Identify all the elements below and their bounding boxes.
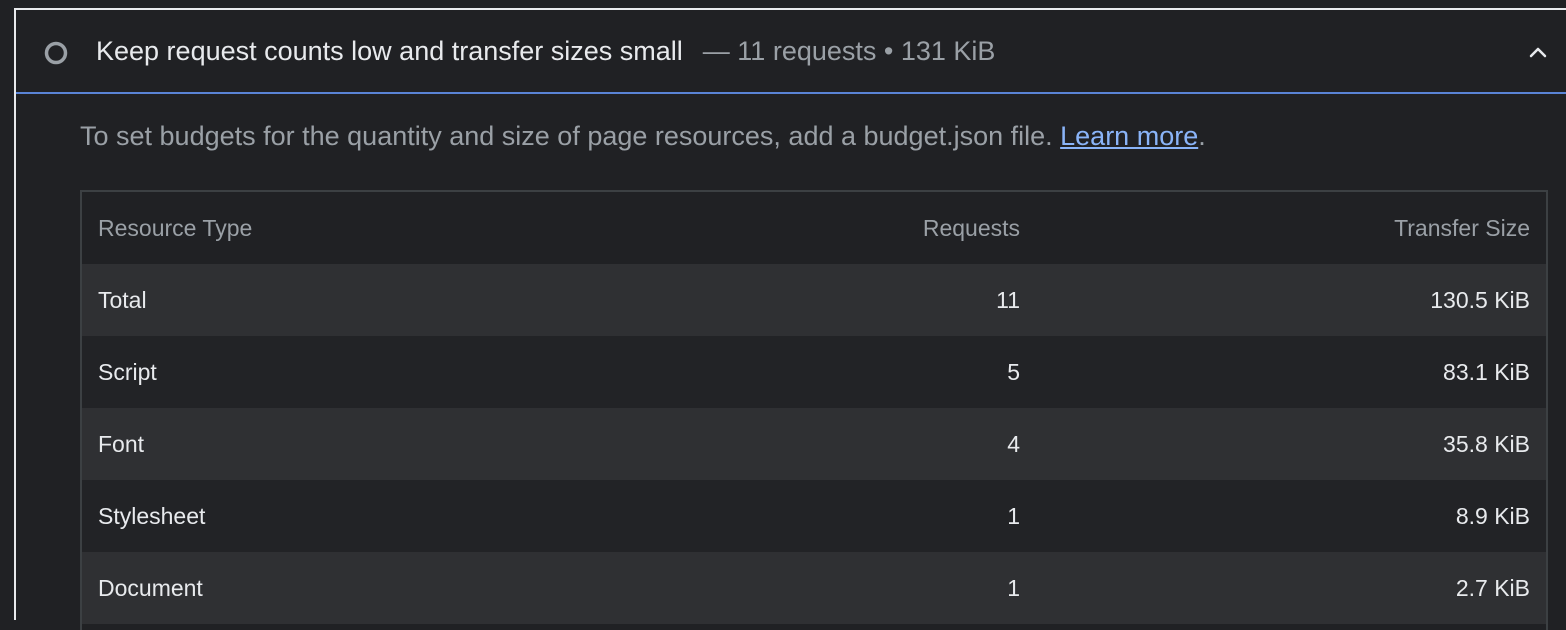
table-row: Document 1 2.7 KiB — [82, 552, 1546, 624]
audit-summary: — 11 requests • 131 KiB — [702, 36, 996, 66]
chevron-up-icon[interactable] — [1526, 40, 1550, 64]
header-transfer-size: Transfer Size — [1394, 214, 1530, 241]
description-period: . — [1198, 121, 1206, 151]
audit-header[interactable]: Keep request counts low and transfer siz… — [16, 10, 1566, 94]
audit-title: Keep request counts low and transfer siz… — [96, 36, 683, 66]
cell-resource-type: Font — [98, 430, 145, 457]
cell-transfer-size: 35.8 KiB — [1443, 430, 1530, 457]
cell-transfer-size: 130.5 KiB — [1430, 286, 1530, 313]
audit-description: To set budgets for the quantity and size… — [80, 121, 1206, 152]
audit-title-row: Keep request counts low and transfer siz… — [96, 36, 995, 67]
table-header-row: Resource Type Requests Transfer Size — [82, 192, 1546, 264]
table-row: Script 5 83.1 KiB — [82, 336, 1546, 408]
description-text: To set budgets for the quantity and size… — [80, 121, 1061, 151]
cell-resource-type: Stylesheet — [98, 502, 206, 529]
cell-requests: 5 — [1007, 358, 1020, 385]
table-row: Total 11 130.5 KiB — [82, 264, 1546, 336]
cell-resource-type: Document — [98, 574, 203, 601]
header-requests: Requests — [922, 214, 1020, 241]
cell-transfer-size: 8.9 KiB — [1455, 502, 1530, 529]
learn-more-link[interactable]: Learn more — [1060, 121, 1198, 151]
cell-transfer-size: 2.7 KiB — [1455, 574, 1530, 601]
audit-panel: Keep request counts low and transfer siz… — [14, 8, 1566, 630]
cell-requests: 1 — [1007, 502, 1020, 529]
cell-transfer-size: 83.1 KiB — [1443, 358, 1530, 385]
cell-resource-type: Script — [98, 358, 157, 385]
cell-resource-type: Total — [98, 286, 147, 313]
cell-requests: 4 — [1007, 430, 1020, 457]
table-row: Stylesheet 1 8.9 KiB — [82, 480, 1546, 552]
cell-requests: 11 — [996, 286, 1020, 313]
table-row: Font 4 35.8 KiB — [82, 408, 1546, 480]
circle-outline-icon — [44, 41, 68, 65]
cell-requests: 1 — [1007, 574, 1020, 601]
resource-summary-table: Resource Type Requests Transfer Size Tot… — [80, 190, 1548, 630]
header-resource-type: Resource Type — [98, 214, 253, 241]
